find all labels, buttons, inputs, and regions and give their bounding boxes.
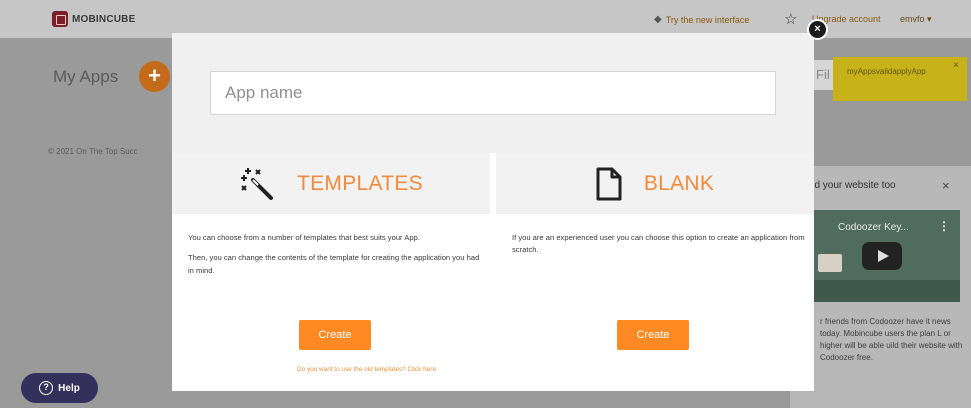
blank-option-card: BLANK If you are an experienced user you… — [496, 153, 814, 391]
page-title: My Apps — [53, 67, 119, 86]
video-title: Codoozer Key... — [838, 222, 909, 233]
copyright-text: © 2021 On The Top Succ — [48, 147, 138, 156]
try-new-interface-label: Try the new interface — [665, 14, 750, 25]
templates-header: TEMPLATES — [172, 153, 490, 214]
logo-icon — [52, 11, 68, 27]
app-name-input[interactable] — [210, 71, 776, 115]
templates-description-1: You can choose from a number of template… — [188, 233, 420, 242]
play-icon[interactable] — [862, 242, 902, 270]
help-label: Help — [58, 382, 80, 394]
magic-wand-icon — [240, 167, 273, 200]
video-footer — [804, 280, 960, 302]
blank-title: BLANK — [643, 171, 715, 195]
star-icon[interactable]: ☆ — [784, 10, 797, 28]
add-app-button[interactable]: + — [139, 61, 170, 92]
templates-description-2: Then, you can change the contents of the… — [188, 253, 480, 275]
try-new-interface-link[interactable]: ◆ Try the new interface — [654, 14, 749, 25]
new-app-modal: TEMPLATES You can choose from a number o… — [172, 33, 814, 391]
diamond-icon: ◆ — [654, 14, 662, 25]
website-promo-panel: ild your website too × Codoozer Key... ⋮… — [790, 166, 971, 408]
blank-document-icon — [596, 167, 622, 200]
mobincube-logo[interactable]: MOBINCUBE — [52, 11, 135, 27]
user-menu[interactable]: emvfo ▾ — [900, 14, 932, 25]
create-blank-button[interactable]: Create — [617, 320, 689, 350]
toast-close-icon[interactable]: × — [953, 60, 959, 71]
help-button[interactable]: ? Help — [21, 373, 98, 403]
create-from-template-button[interactable]: Create — [299, 320, 371, 350]
promo-text: r friends from Codoozer have it news tod… — [820, 317, 963, 362]
templates-title: TEMPLATES — [296, 171, 423, 195]
help-question-icon: ? — [39, 381, 54, 395]
promo-close-icon[interactable]: × — [942, 178, 950, 193]
promo-video[interactable]: Codoozer Key... ⋮ — [804, 210, 960, 302]
blank-header: BLANK — [496, 153, 814, 214]
notification-toast: myAppsvalidapplyApp × — [833, 57, 967, 101]
video-menu-icon[interactable]: ⋮ — [938, 219, 950, 233]
old-templates-link[interactable]: Do you want to use the old templates? Cl… — [297, 366, 436, 373]
templates-description: You can choose from a number of template… — [188, 232, 482, 277]
app-name-section — [172, 33, 814, 153]
modal-close-icon[interactable]: × — [807, 19, 828, 40]
blank-description: If you are an experienced user you can c… — [512, 232, 806, 257]
logo-text: MOBINCUBE — [72, 13, 136, 25]
blank-description-1: If you are an experienced user you can c… — [512, 233, 805, 255]
promo-title: ild your website too — [810, 180, 896, 191]
megaphone-icon — [818, 254, 842, 272]
templates-option-card: TEMPLATES You can choose from a number o… — [172, 153, 490, 391]
toast-message: myAppsvalidapplyApp — [847, 67, 926, 76]
